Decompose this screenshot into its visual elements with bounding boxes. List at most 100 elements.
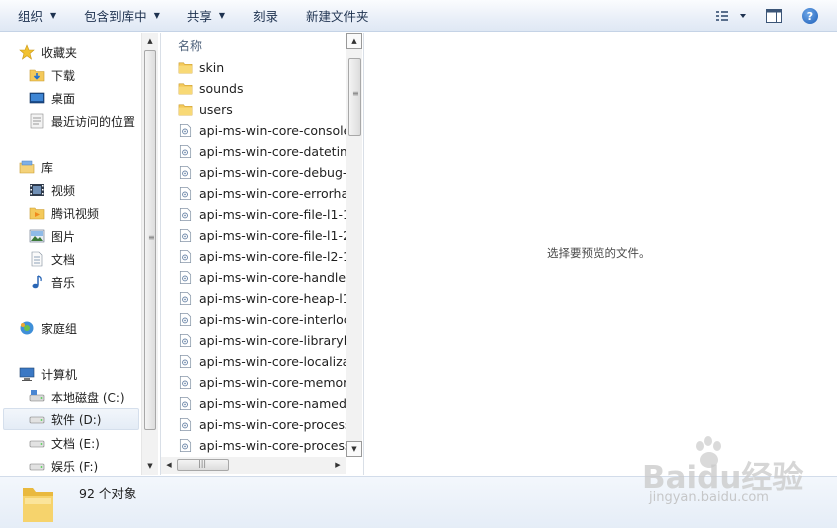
system-drive-icon [29, 390, 45, 402]
preview-message: 选择要预览的文件。 [547, 246, 651, 260]
file-row[interactable]: api-ms-win-core-file-l2-1-0.dll [178, 246, 346, 267]
nav-music-label: 音乐 [51, 275, 76, 290]
nav-drive-c[interactable]: 本地磁盘 (C:) [29, 386, 125, 408]
tencent-video-folder-icon [29, 207, 45, 220]
file-row[interactable]: api-ms-win-core-libraryloader-l1-1-0.dll [178, 330, 346, 351]
help-icon: ? [802, 8, 818, 24]
file-name: api-ms-win-core-interlocked-l1-1-0.dll [199, 312, 346, 327]
file-list-hscroll-thumb[interactable]: ||| [177, 459, 229, 471]
nav-documents[interactable]: 文档 [29, 248, 75, 270]
file-row[interactable]: api-ms-win-core-handle-l1-1-0.dll [178, 267, 346, 288]
share-button[interactable]: 共享 ▼ [178, 0, 234, 32]
file-name: api-ms-win-core-processthreads-l1-1-0.dl… [199, 438, 346, 453]
nav-drive-f[interactable]: 娱乐 (F:) [29, 455, 98, 475]
folder-row[interactable]: users [178, 99, 346, 120]
nav-videos[interactable]: 视频 [29, 179, 75, 201]
nav-recent-places[interactable]: 最近访问的位置 [29, 110, 135, 132]
new-folder-button[interactable]: 新建文件夹 [297, 0, 378, 32]
file-row[interactable]: api-ms-win-core-localization-l1-2-0.dll [178, 351, 346, 372]
dll-file-icon [179, 292, 192, 305]
nav-drive-c-label: 本地磁盘 (C:) [51, 390, 125, 405]
scroll-up-arrow-icon[interactable]: ▲ [142, 33, 158, 49]
view-options-button[interactable] [713, 5, 751, 27]
file-row[interactable]: api-ms-win-core-debug-l1-1-0.dll [178, 162, 346, 183]
nav-scrollbar[interactable]: ▲ ≡ ▼ [141, 33, 158, 475]
nav-homegroup[interactable]: 家庭组 [19, 317, 77, 339]
nav-desktop[interactable]: 桌面 [29, 87, 75, 109]
nav-documents-label: 文档 [51, 252, 76, 267]
include-in-library-button[interactable]: 包含到库中 ▼ [75, 0, 169, 32]
preview-pane-button[interactable] [761, 5, 787, 27]
pictures-icon [29, 229, 45, 243]
name-column-header[interactable]: 名称 ^ [161, 33, 346, 57]
folder-row[interactable]: skin [178, 57, 346, 78]
videos-icon [30, 184, 44, 196]
dropdown-arrow-icon: ▼ [50, 11, 57, 20]
file-row[interactable]: api-ms-win-core-namedpipe-l1-1-0.dll [178, 393, 346, 414]
organize-button[interactable]: 组织 ▼ [9, 0, 65, 32]
share-label: 共享 [186, 9, 212, 24]
dropdown-arrow-icon: ▼ [218, 11, 226, 20]
nav-drive-d[interactable]: 软件 (D:) [3, 408, 139, 430]
file-row[interactable]: api-ms-win-core-interlocked-l1-1-0.dll [178, 309, 346, 330]
file-row[interactable]: api-ms-win-core-errorhandling-l1-1-0.dll [178, 183, 346, 204]
help-button[interactable]: ? [797, 5, 823, 27]
folder-name: sounds [199, 81, 244, 96]
folder-name: users [199, 102, 233, 117]
dll-file-icon [179, 208, 192, 221]
nav-homegroup-label: 家庭组 [41, 321, 78, 336]
file-row[interactable]: api-ms-win-core-processthreads-l1-1-0.dl… [178, 435, 346, 456]
star-icon [19, 44, 35, 60]
nav-favorites[interactable]: 收藏夹 [19, 41, 77, 63]
nav-drive-e[interactable]: 文档 (E:) [29, 432, 100, 454]
libraries-icon [19, 160, 35, 174]
file-row[interactable]: api-ms-win-core-file-l1-1-0.dll [178, 204, 346, 225]
file-list-horizontal-scrollbar[interactable]: ◀ ||| ▶ [161, 457, 346, 474]
nav-drive-e-label: 文档 (E:) [51, 436, 100, 451]
file-row[interactable]: api-ms-win-core-heap-l1-1-0.dll [178, 288, 346, 309]
dll-file-icon [179, 397, 192, 410]
nav-music[interactable]: 音乐 [29, 271, 75, 293]
nav-tencent-video[interactable]: 腾讯视频 [29, 202, 99, 224]
command-bar: 组织 ▼ 包含到库中 ▼ 共享 ▼ 刻录 新建文件夹 ? [0, 0, 837, 32]
preview-pane: 选择要预览的文件。 [363, 33, 837, 475]
nav-pictures[interactable]: 图片 [29, 225, 75, 247]
file-row[interactable]: api-ms-win-core-processenvironment-l1-1-… [178, 414, 346, 435]
burn-button[interactable]: 刻录 [244, 0, 287, 32]
documents-icon [31, 251, 43, 267]
scroll-down-arrow-icon[interactable]: ▼ [142, 458, 158, 474]
file-row[interactable]: api-ms-win-core-file-l1-2-0.dll [178, 225, 346, 246]
scroll-up-arrow-icon[interactable]: ▲ [346, 33, 362, 49]
organize-label: 组织 [18, 9, 44, 24]
file-name: api-ms-win-core-libraryloader-l1-1-0.dll [199, 333, 346, 348]
scroll-left-arrow-icon[interactable]: ◀ [161, 457, 177, 473]
dll-file-icon [179, 376, 192, 389]
file-name: api-ms-win-core-errorhandling-l1-1-0.dll [199, 186, 346, 201]
file-name: api-ms-win-core-memory-l1-1-0.dll [199, 375, 346, 390]
dll-file-icon [179, 145, 192, 158]
nav-tencent-video-label: 腾讯视频 [51, 206, 100, 221]
nav-libraries[interactable]: 库 [19, 156, 53, 178]
file-row[interactable]: api-ms-win-core-memory-l1-1-0.dll [178, 372, 346, 393]
file-list-vertical-scrollbar[interactable]: ▲ ≡ ▼ [346, 33, 362, 457]
nav-scroll-thumb[interactable]: ≡ [144, 50, 156, 430]
dll-file-icon [179, 334, 192, 347]
file-name: api-ms-win-core-file-l2-1-0.dll [199, 249, 346, 264]
folder-row[interactable]: sounds [178, 78, 346, 99]
nav-computer[interactable]: 计算机 [19, 363, 77, 385]
nav-downloads[interactable]: 下载 [29, 64, 75, 86]
file-name: api-ms-win-core-localization-l1-2-0.dll [199, 354, 346, 369]
file-row[interactable]: api-ms-win-core-datetime-l1-1-0.dll [178, 141, 346, 162]
drive-icon [29, 416, 45, 424]
file-row[interactable]: api-ms-win-core-console-l1-1-0.dll [178, 120, 346, 141]
file-list-scroll-thumb[interactable]: ≡ [348, 58, 361, 136]
nav-libraries-label: 库 [41, 160, 54, 175]
folder-icon [178, 83, 193, 95]
file-list: 名称 ^ skin sounds users api-ms-win-core-cons… [160, 33, 362, 475]
drive-icon [29, 440, 45, 448]
scroll-down-arrow-icon[interactable]: ▼ [346, 441, 362, 457]
folder-large-icon [23, 488, 53, 522]
nav-drive-d-label: 软件 (D:) [51, 412, 102, 427]
item-count: 92 个对象 [79, 486, 137, 501]
scroll-right-arrow-icon[interactable]: ▶ [330, 457, 346, 473]
